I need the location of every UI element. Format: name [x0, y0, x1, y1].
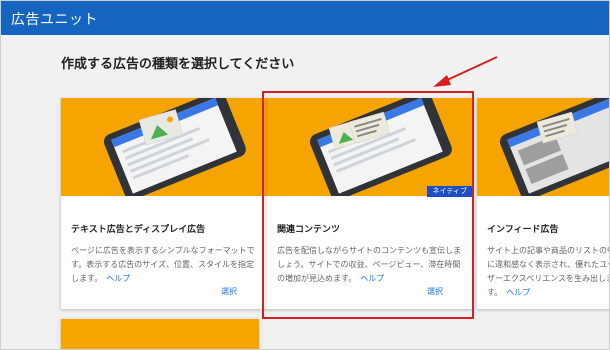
- window: 広告ユニット 作成する広告の種類を選択してください テキスト広告とディスプレイ広…: [0, 0, 610, 350]
- arrow-annotation-icon: [433, 56, 498, 87]
